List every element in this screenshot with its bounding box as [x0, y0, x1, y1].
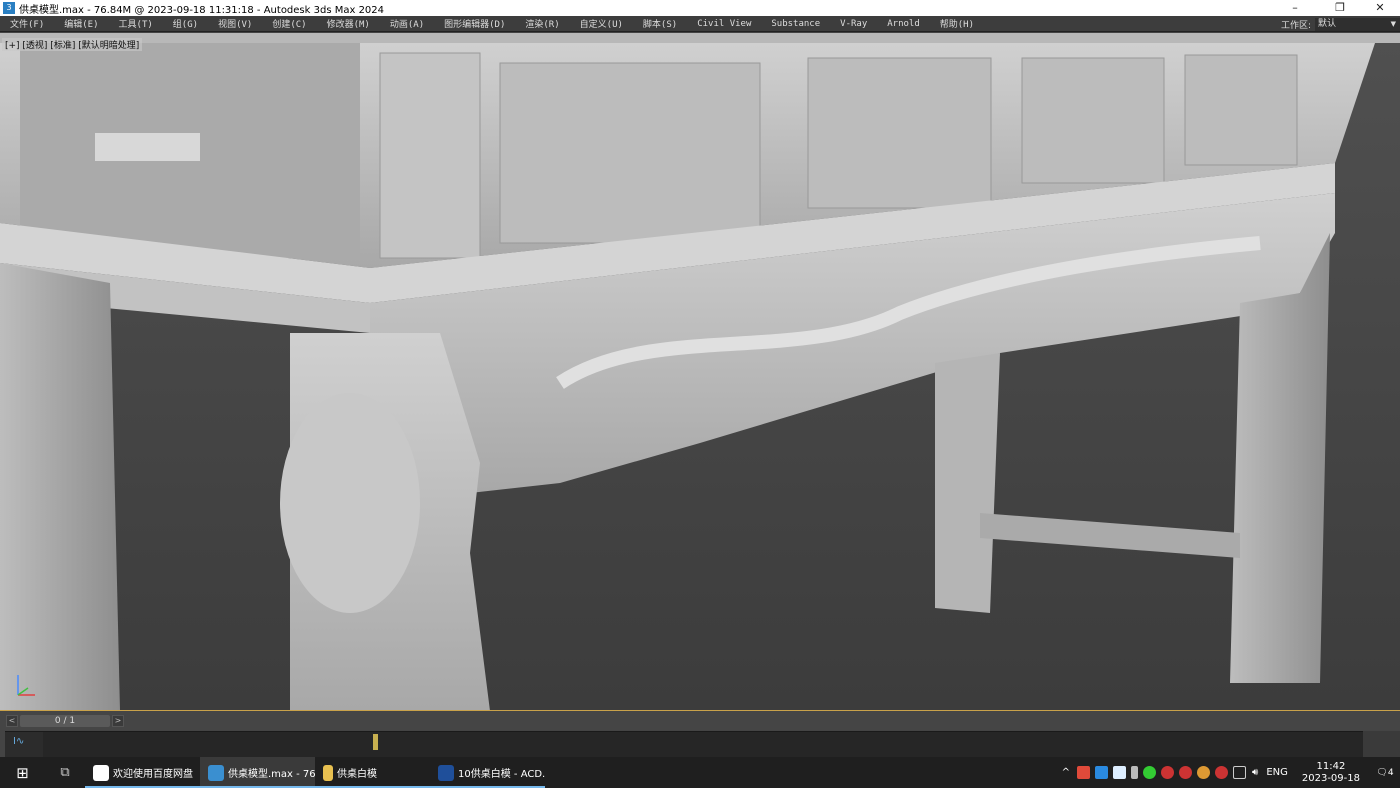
- baidu-tray-icon[interactable]: [1112, 766, 1126, 779]
- menu-help[interactable]: 帮助(H): [930, 17, 984, 30]
- chevron-down-icon: ▼: [1390, 19, 1396, 28]
- workspace-dropdown[interactable]: 默认 ▼: [1315, 17, 1400, 31]
- menu-customize[interactable]: 自定义(U): [570, 17, 633, 30]
- clock-time: 11:42: [1316, 760, 1346, 772]
- qq-icon[interactable]: [1160, 766, 1174, 779]
- prev-frame-button[interactable]: <: [6, 715, 18, 727]
- folder-icon: [323, 764, 333, 781]
- workspace-label: 工作区:: [1280, 20, 1311, 31]
- menu-group[interactable]: 组(G): [163, 17, 208, 30]
- baidu-netdisk-icon: [93, 764, 109, 781]
- perspective-viewport[interactable]: [+] [透视] [标准] [默认明暗处理]: [0, 33, 1400, 711]
- menu-graph-editors[interactable]: 图形编辑器(D): [434, 17, 515, 30]
- menu-create[interactable]: 创建(C): [262, 17, 316, 30]
- taskbar-label: 供桌白模: [337, 769, 377, 780]
- taskbar-item-baidu-netdisk[interactable]: 欢迎使用百度网盘: [85, 757, 200, 788]
- app-tray-icon[interactable]: [1094, 766, 1108, 779]
- taskbar-item-acdsee[interactable]: 10供桌白模 - ACD...: [430, 757, 545, 788]
- volume-icon[interactable]: 🔊︎: [1252, 767, 1258, 778]
- viewport-label[interactable]: [+] [透视] [标准] [默认明暗处理]: [2, 38, 143, 51]
- workspace-value: 默认: [1318, 18, 1337, 29]
- restore-button[interactable]: ❐: [1325, 0, 1355, 16]
- minimize-button[interactable]: –: [1280, 0, 1310, 16]
- current-frame-marker[interactable]: [373, 734, 378, 750]
- table-model-render: [0, 33, 1400, 710]
- clock-date: 2023-09-18: [1301, 772, 1360, 784]
- menu-file[interactable]: 文件(F): [0, 17, 54, 30]
- window-title: 供桌模型.max - 76.84M @ 2023-09-18 11:31:18 …: [19, 4, 385, 16]
- track-bar-end: [1363, 731, 1400, 757]
- wechat-icon[interactable]: [1142, 766, 1156, 779]
- qq-icon[interactable]: [1178, 766, 1192, 779]
- menu-modifiers[interactable]: 修改器(M): [317, 17, 380, 30]
- language-indicator[interactable]: ENG: [1266, 767, 1288, 778]
- qq-icon[interactable]: [1196, 766, 1210, 779]
- microphone-icon[interactable]: [1130, 766, 1138, 779]
- menu-animation[interactable]: 动画(A): [380, 17, 434, 30]
- show-hidden-icons-chevron[interactable]: ^: [1062, 767, 1070, 778]
- next-frame-button[interactable]: >: [112, 715, 124, 727]
- menu-rendering[interactable]: 渲染(R): [515, 17, 569, 30]
- menu-edit[interactable]: 编辑(E): [54, 17, 108, 30]
- notifications-icon[interactable]: 🗨︎4: [1370, 768, 1400, 778]
- menu-arnold[interactable]: Arnold: [877, 19, 930, 29]
- qq-icon[interactable]: [1214, 766, 1228, 779]
- axis-gizmo-icon: [17, 675, 35, 696]
- track-area[interactable]: [43, 732, 1363, 758]
- curve-editor-icon[interactable]: I∿: [13, 736, 24, 747]
- time-slider[interactable]: 0 / 1: [20, 715, 110, 727]
- track-bar[interactable]: I∿: [5, 731, 1363, 758]
- app-tray-icon[interactable]: [1076, 766, 1090, 779]
- app-icon: 3: [3, 2, 15, 14]
- menu-tools[interactable]: 工具(T): [109, 17, 163, 30]
- network-icon[interactable]: [1232, 766, 1246, 779]
- time-slider-row: < 0 / 1 >: [0, 712, 1400, 730]
- menu-civil-view[interactable]: Civil View: [687, 19, 761, 29]
- taskbar-item-folder[interactable]: 供桌白模: [315, 757, 430, 788]
- acdsee-icon: [438, 764, 454, 781]
- notification-count: 4: [1387, 767, 1394, 778]
- windows-start-icon[interactable]: ⊞: [0, 764, 45, 782]
- taskbar-label: 欢迎使用百度网盘: [113, 769, 193, 780]
- menu-vray[interactable]: V-Ray: [830, 19, 877, 29]
- menu-views[interactable]: 视图(V): [208, 17, 262, 30]
- system-tray: ^ 🔊︎ ENG 11:42 2023-09-18 🗨︎4: [1062, 757, 1400, 788]
- menu-bar: 文件(F) 编辑(E) 工具(T) 组(G) 视图(V) 创建(C) 修改器(M…: [0, 16, 1400, 32]
- menu-substance[interactable]: Substance: [761, 19, 830, 29]
- menu-scripting[interactable]: 脚本(S): [633, 17, 687, 30]
- task-view-icon[interactable]: ⧉: [45, 765, 85, 780]
- 3dsmax-icon: [208, 764, 224, 781]
- title-bar: 3 供桌模型.max - 76.84M @ 2023-09-18 11:31:1…: [0, 0, 1400, 16]
- clock[interactable]: 11:42 2023-09-18: [1302, 761, 1360, 785]
- taskbar-label: 10供桌白模 - ACD...: [458, 769, 545, 780]
- taskbar-label: 供桌模型.max - 76...: [228, 769, 315, 780]
- close-button[interactable]: ✕: [1365, 0, 1395, 16]
- taskbar-item-3dsmax[interactable]: 供桌模型.max - 76...: [200, 757, 315, 788]
- workspace-selector: 工作区: 默认 ▼: [1281, 16, 1400, 32]
